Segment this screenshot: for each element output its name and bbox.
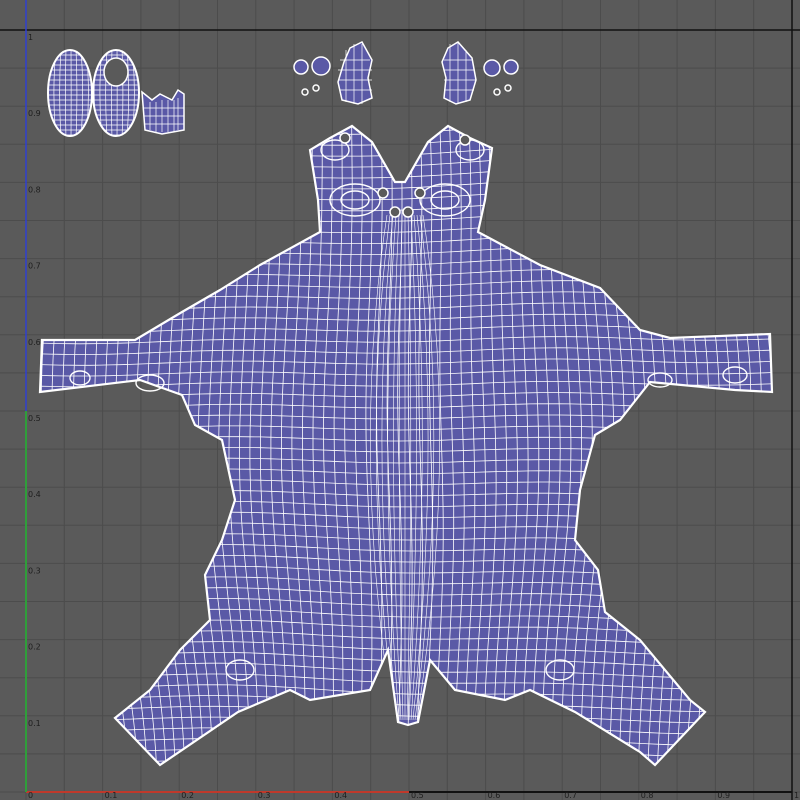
uv-shell-eye-1[interactable] <box>42 48 95 138</box>
x-axis-tick-label: 0.5 <box>411 791 424 800</box>
x-axis-tick-label: 0.2 <box>181 791 194 800</box>
y-axis-tick-label: 0.7 <box>28 262 41 271</box>
y-axis-tick-label: 0.6 <box>28 338 41 347</box>
y-axis-tick-label: 0.4 <box>28 490 41 499</box>
x-axis-tick-label: 0.3 <box>258 791 271 800</box>
uv-shell-eye-2[interactable] <box>88 48 141 138</box>
x-axis-tick-label: 0.4 <box>334 791 347 800</box>
y-axis-tick-label: 0.8 <box>28 185 41 194</box>
uv-shell-ear-right[interactable] <box>441 41 519 105</box>
uv-shell-ear-left[interactable] <box>293 41 373 105</box>
y-axis-tick-label: 0.5 <box>28 414 41 423</box>
uv-shell-mouth[interactable] <box>141 88 185 135</box>
x-axis-tick-label: 0 <box>28 791 33 800</box>
y-axis-tick-label: 0.2 <box>28 643 41 652</box>
x-axis-tick-label: 0.8 <box>641 791 654 800</box>
uv-editor-viewport[interactable]: 0 0.1 0.2 0.3 0.4 0.5 0.6 0.7 0.8 0.9 1 0.1 0.2 0.3 0.… <box>0 0 800 800</box>
x-axis-tick-label: 0.6 <box>488 791 501 800</box>
uv-shell-body-pelt[interactable] <box>9 113 800 779</box>
uv-canvas[interactable]: 0 0.1 0.2 0.3 0.4 0.5 0.6 0.7 0.8 0.9 1 0.1 0.2 0.3 0.… <box>0 0 800 800</box>
y-axis-tick-label: 0.3 <box>28 566 41 575</box>
y-axis-tick-label: 0.9 <box>28 109 41 118</box>
x-axis-tick-label: 0.9 <box>717 791 730 800</box>
x-axis-tick-label: 1 <box>794 791 799 800</box>
x-axis-tick-label: 0.7 <box>564 791 577 800</box>
y-axis-tick-label: 1 <box>28 33 33 42</box>
y-axis-tick-label: 0.1 <box>28 719 41 728</box>
x-axis-tick-label: 0.1 <box>105 791 118 800</box>
